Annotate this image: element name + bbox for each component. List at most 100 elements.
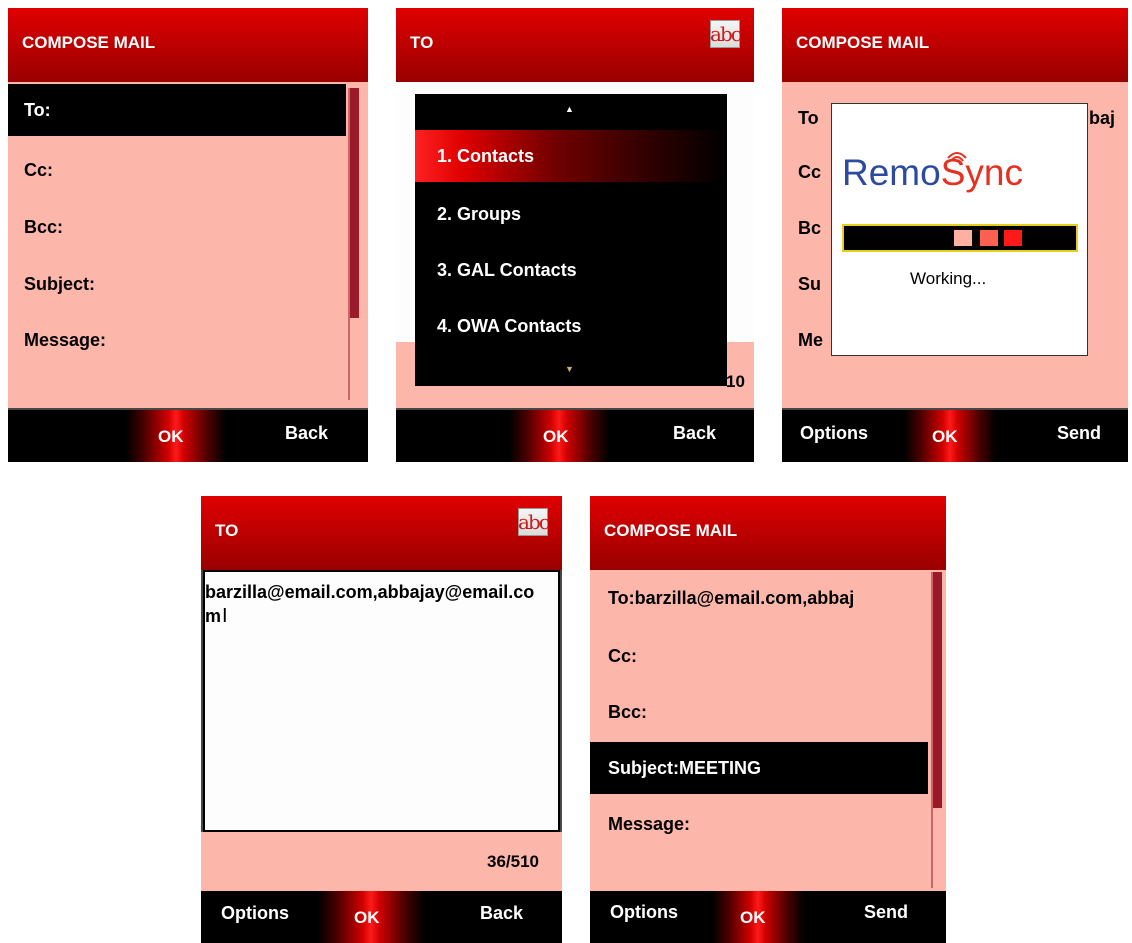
- softkey-bar: Options OK Send: [782, 410, 1128, 462]
- to-text-value-wrap: barzilla@email.com,abbajay@email.comI: [205, 580, 545, 628]
- ok-button[interactable]: OK: [318, 891, 424, 943]
- char-counter: 36/510: [487, 852, 539, 871]
- bcc-label: Bcc:: [608, 701, 648, 722]
- header-title: TO: [410, 33, 434, 52]
- panel-compose-working: COMPOSE MAIL To Cc Bc Su Me baj RemoSync…: [782, 8, 1128, 462]
- header: TO abc: [201, 496, 562, 570]
- menu-item-label: 2. Groups: [437, 203, 522, 224]
- cc-label: Cc:: [24, 159, 54, 180]
- header: COMPOSE MAIL: [782, 8, 1128, 82]
- scroll-up-arrow-icon[interactable]: ▲: [565, 104, 574, 114]
- to-label: To: [798, 107, 819, 128]
- to-label: To:barzilla@email.com,abbaj: [608, 587, 855, 608]
- menu-item-label: 3. GAL Contacts: [437, 259, 577, 280]
- ok-label: OK: [932, 427, 958, 446]
- char-counter-partial: 10: [726, 372, 745, 391]
- header-title: COMPOSE MAIL: [604, 521, 738, 540]
- bcc-field[interactable]: Bcc:: [590, 686, 928, 738]
- ok-button[interactable]: OK: [712, 891, 804, 943]
- cc-field[interactable]: Cc:: [8, 144, 346, 196]
- softkey-bar: OK Back: [396, 410, 754, 462]
- bcc-field[interactable]: Bcc:: [8, 201, 346, 253]
- ok-label: OK: [158, 427, 184, 446]
- remosync-logo: RemoSync: [842, 152, 1023, 194]
- header: COMPOSE MAIL: [590, 496, 946, 570]
- message-label: Me: [798, 329, 824, 350]
- panel-to-editor: TO abc barzilla@email.com,abbajay@email.…: [201, 496, 562, 943]
- ok-button[interactable]: OK: [904, 410, 996, 462]
- bcc-label: Bc: [798, 217, 822, 238]
- menu-item-owa-contacts[interactable]: 4. OWA Contacts: [415, 300, 727, 352]
- abc-input-mode-icon: abc: [518, 508, 550, 536]
- subject-label: Subject:: [24, 273, 96, 294]
- text-cursor-icon: I: [222, 605, 228, 627]
- working-status: Working...: [910, 269, 987, 288]
- message-label: Message:: [24, 329, 107, 350]
- ok-button[interactable]: OK: [509, 410, 609, 462]
- bcc-label: Bcc:: [24, 216, 64, 237]
- progress-segment: [1004, 230, 1022, 246]
- send-softkey[interactable]: Send: [864, 902, 908, 923]
- scroll-down-arrow-icon[interactable]: ▼: [565, 364, 574, 374]
- header: COMPOSE MAIL: [8, 8, 368, 82]
- cc-field[interactable]: Cc:: [590, 630, 928, 682]
- to-value-partial: baj: [1089, 108, 1116, 128]
- abc-input-mode-icon: abc: [710, 20, 742, 48]
- bcc-field-partial[interactable]: Bc: [782, 202, 821, 254]
- panel-to-menu: TO abc 10 ▲ 1. Contacts 2. Groups 3. GAL…: [396, 8, 754, 462]
- to-label: To:: [24, 99, 51, 120]
- logo-remo-text: Rem: [842, 152, 921, 193]
- ok-label: OK: [740, 908, 766, 927]
- options-softkey[interactable]: Options: [610, 902, 678, 923]
- scrollbar[interactable]: [931, 572, 942, 888]
- message-field[interactable]: Message:: [8, 314, 346, 366]
- counter-strip: 36/510: [201, 832, 562, 891]
- ok-label: OK: [543, 427, 569, 446]
- options-softkey[interactable]: Options: [221, 903, 289, 924]
- message-field[interactable]: Message:: [590, 798, 928, 850]
- header-title: COMPOSE MAIL: [22, 33, 156, 52]
- header-title: TO: [215, 521, 239, 540]
- header-title: COMPOSE MAIL: [796, 33, 930, 52]
- recipient-source-menu: ▲ 1. Contacts 2. Groups 3. GAL Contacts …: [415, 94, 727, 386]
- menu-item-contacts[interactable]: 1. Contacts: [415, 130, 727, 182]
- menu-item-label: 4. OWA Contacts: [437, 315, 582, 336]
- cc-field-partial[interactable]: Cc: [782, 146, 821, 198]
- menu-item-gal-contacts[interactable]: 3. GAL Contacts: [415, 244, 727, 296]
- back-softkey[interactable]: Back: [285, 423, 328, 444]
- to-text-editor[interactable]: barzilla@email.com,abbajay@email.comI: [203, 570, 560, 832]
- subject-field-partial[interactable]: Su: [782, 258, 821, 310]
- ok-label: OK: [354, 908, 380, 927]
- scrollbar[interactable]: [348, 88, 359, 400]
- scrollbar-thumb[interactable]: [350, 88, 359, 318]
- back-softkey[interactable]: Back: [673, 423, 716, 444]
- to-field[interactable]: To:barzilla@email.com,abbaj: [590, 572, 932, 624]
- message-label: Message:: [608, 813, 691, 834]
- to-field-partial[interactable]: To: [782, 92, 819, 144]
- subject-field[interactable]: Subject:: [8, 258, 346, 310]
- options-softkey[interactable]: Options: [800, 423, 868, 444]
- subject-label: Subject:MEETING: [608, 757, 762, 778]
- send-softkey[interactable]: Send: [1057, 423, 1101, 444]
- signal-waves-icon: [947, 152, 967, 162]
- compose-form: To: Cc: Bcc: Subject: Message:: [8, 82, 368, 408]
- cc-label: Cc:: [608, 645, 638, 666]
- message-field-partial[interactable]: Me: [782, 314, 823, 366]
- menu-item-groups[interactable]: 2. Groups: [415, 188, 727, 240]
- subject-label: Su: [798, 273, 822, 294]
- to-field[interactable]: To:: [8, 84, 346, 136]
- menu-item-label: 1. Contacts: [437, 145, 535, 166]
- softkey-bar: OK Back: [8, 410, 368, 462]
- scrollbar-thumb[interactable]: [933, 572, 942, 808]
- subject-field[interactable]: Subject:MEETING: [590, 742, 928, 794]
- cc-label: Cc: [798, 161, 822, 182]
- progress-segment: [954, 230, 972, 246]
- header: TO abc: [396, 8, 754, 82]
- softkey-bar: Options OK Send: [590, 891, 946, 943]
- to-text-value: barzilla@email.com,abbajay@email.com: [205, 582, 535, 626]
- softkey-bar: Options OK Back: [201, 891, 562, 943]
- logo-o-text: o: [920, 152, 941, 193]
- panel-compose-filled: COMPOSE MAIL To:barzilla@email.com,abbaj…: [590, 496, 946, 943]
- ok-button[interactable]: OK: [126, 410, 226, 462]
- back-softkey[interactable]: Back: [480, 903, 523, 924]
